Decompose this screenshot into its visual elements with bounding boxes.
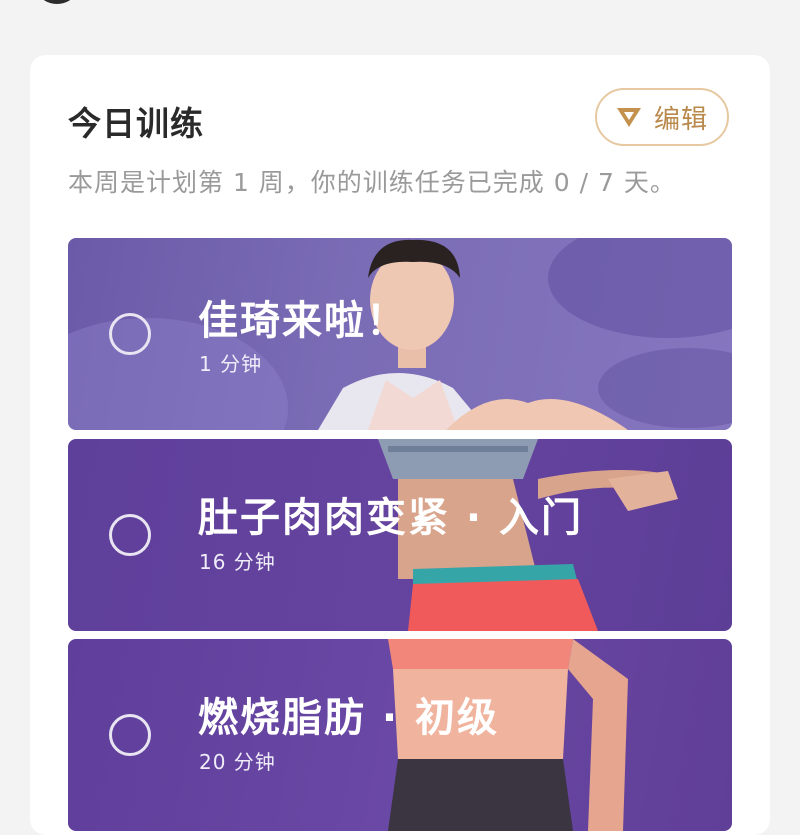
- edit-button[interactable]: 编辑: [595, 88, 729, 146]
- workout-3-duration: 20 分钟: [199, 750, 276, 774]
- edit-button-label: 编辑: [653, 104, 708, 135]
- workout-2-title: 肚子肉肉变紧 · 入门: [198, 495, 584, 541]
- workout-2-checkbox[interactable]: [109, 514, 151, 556]
- diamond-icon: [616, 108, 641, 127]
- workout-card-1[interactable]: 佳琦来啦！ 1 分钟: [68, 238, 732, 430]
- workout-1-duration: 1 分钟: [199, 352, 263, 376]
- workout-card-2[interactable]: 肚子肉肉变紧 · 入门 16 分钟: [68, 439, 732, 631]
- workout-3-checkbox[interactable]: [109, 714, 151, 756]
- workout-1-checkbox[interactable]: [109, 313, 151, 355]
- workout-1-title: 佳琦来啦！: [198, 298, 408, 344]
- week-progress-text: 本周是计划第 1 周，你的训练任务已完成 0 / 7 天。: [68, 168, 676, 197]
- page-title: 今日训练: [68, 104, 204, 143]
- top-bar-edge: [0, 0, 800, 30]
- today-training-card: 今日训练 编辑 本周是计划第 1 周，你的训练任务已完成 0 / 7 天。 佳琦…: [30, 55, 770, 835]
- avatar: [40, 0, 74, 4]
- workout-card-3[interactable]: 燃烧脂肪 · 初级 20 分钟: [68, 639, 732, 831]
- workout-3-title: 燃烧脂肪 · 初级: [198, 695, 500, 741]
- workout-2-duration: 16 分钟: [199, 550, 276, 574]
